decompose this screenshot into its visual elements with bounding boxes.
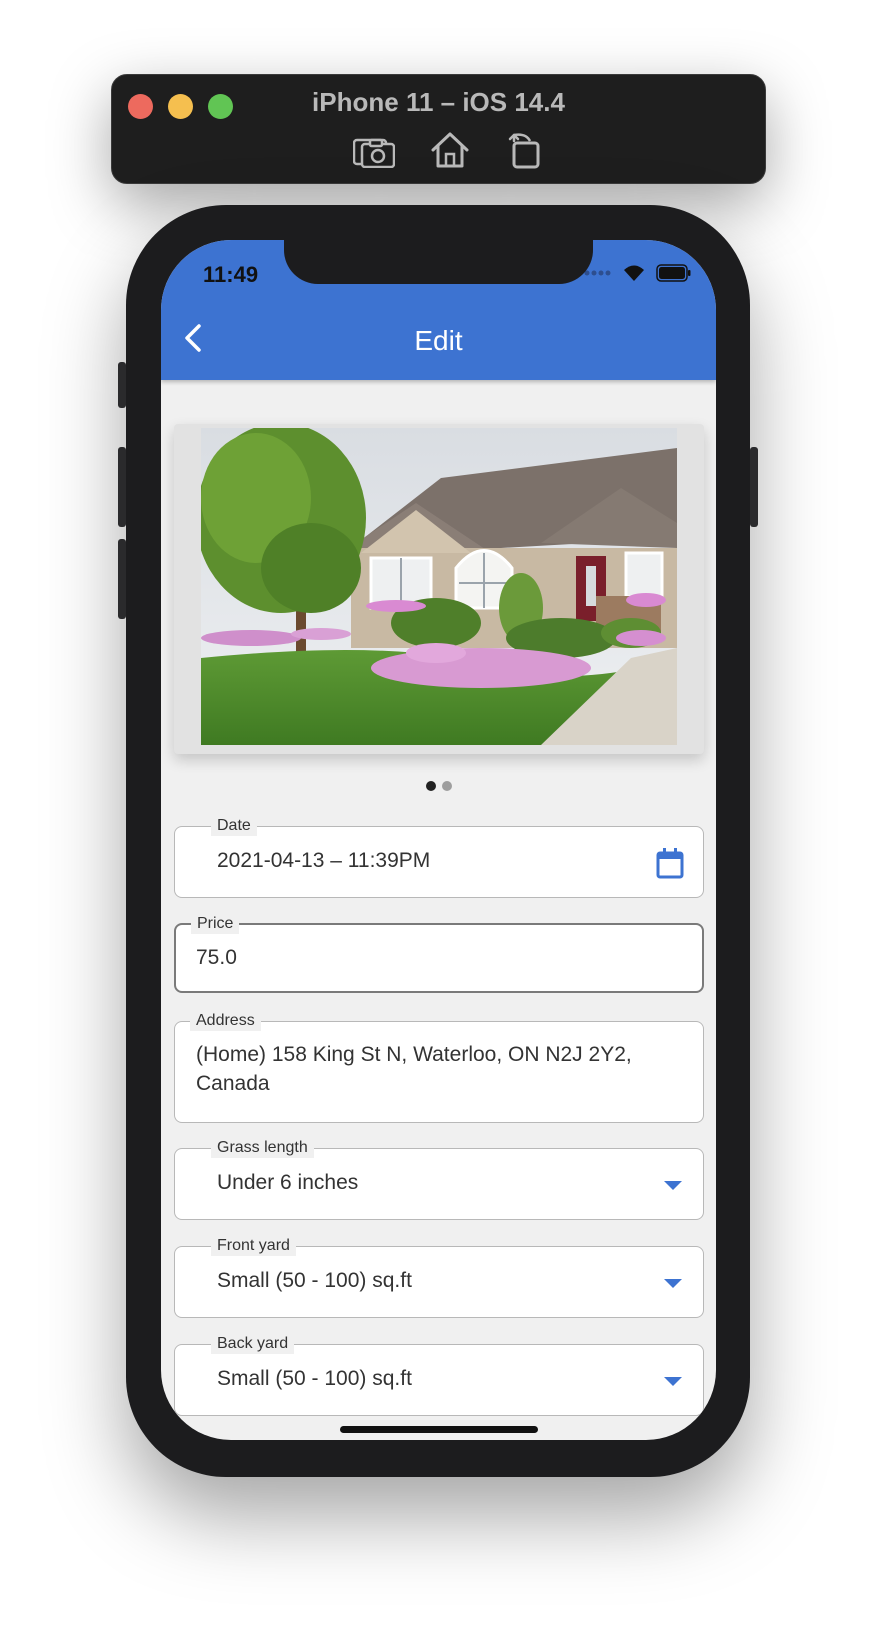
dropdown-arrow-icon: [664, 1377, 682, 1386]
front-yard-dropdown[interactable]: Front yard Small (50 - 100) sq.ft: [174, 1236, 704, 1318]
date-field[interactable]: Date 2021-04-13 – 11:39PM: [174, 816, 704, 898]
price-input[interactable]: 75.0: [196, 943, 237, 973]
back-yard-dropdown-button[interactable]: [661, 1373, 685, 1394]
home-indicator[interactable]: [340, 1426, 538, 1433]
canvas: iPhone 11 – iOS 14.4 11:49 Edit Date 202…: [0, 0, 876, 1626]
rotate-button[interactable]: [504, 130, 548, 170]
calendar-icon: [656, 848, 684, 879]
carousel-dot-1[interactable]: [425, 781, 436, 791]
grass-length-value: Under 6 inches: [217, 1171, 359, 1194]
device-screen: 11:49 Edit Date 2021-04-13 – 11:39PM Pri…: [161, 240, 716, 1440]
front-yard-value: Small (50 - 100) sq.ft: [217, 1269, 412, 1292]
grass-length-dropdown[interactable]: Grass length Under 6 inches: [174, 1138, 704, 1220]
price-field-label: Price: [191, 914, 240, 934]
address-field-label: Address: [190, 1011, 261, 1031]
address-field[interactable]: Address (Home) 158 King St N, Waterloo, …: [174, 1011, 704, 1123]
rotate-icon: [508, 133, 540, 169]
back-yard-label: Back yard: [211, 1334, 295, 1354]
house-photo: [201, 428, 677, 745]
address-line-1: (Home) 158 King St N, Waterloo, ON N2J 2…: [196, 1043, 632, 1066]
home-icon: [431, 132, 469, 168]
simulator-title: iPhone 11 – iOS 14.4: [312, 87, 565, 117]
screenshot-icon: [353, 138, 395, 168]
grass-length-dropdown-button[interactable]: [661, 1177, 685, 1198]
wifi-icon: [624, 265, 644, 281]
carousel-dot-2[interactable]: [441, 781, 452, 791]
status-icons: [584, 264, 692, 282]
date-picker-button[interactable]: [655, 847, 685, 884]
screenshot-button[interactable]: [352, 130, 396, 170]
dropdown-arrow-icon: [664, 1181, 682, 1190]
dropdown-arrow-icon: [664, 1279, 682, 1288]
front-yard-label: Front yard: [211, 1236, 296, 1256]
device-notch: [284, 240, 593, 284]
signal-dots-icon: [584, 270, 611, 276]
back-yard-value: Small (50 - 100) sq.ft: [217, 1367, 412, 1390]
date-field-value: 2021-04-13 – 11:39PM: [217, 849, 431, 872]
grass-length-label: Grass length: [211, 1138, 314, 1158]
mute-switch: [118, 362, 126, 408]
battery-icon: [656, 264, 691, 282]
simulator-toolbar: iPhone 11 – iOS 14.4: [111, 74, 766, 184]
page-title: Edit: [414, 325, 463, 356]
back-yard-dropdown[interactable]: Back yard Small (50 - 100) sq.ft: [174, 1334, 704, 1416]
power-button: [750, 447, 758, 527]
front-yard-dropdown-button[interactable]: [661, 1275, 685, 1296]
carousel-pagination[interactable]: [161, 781, 716, 791]
address-line-2: Canada: [196, 1072, 270, 1095]
volume-up-button: [118, 447, 126, 527]
home-button[interactable]: [428, 130, 472, 170]
status-time: 11:49: [203, 262, 259, 287]
price-field[interactable]: Price 75.0: [174, 914, 704, 993]
date-field-label: Date: [211, 816, 257, 836]
volume-down-button: [118, 539, 126, 619]
app-bar: 11:49 Edit: [161, 240, 716, 380]
simulator-tools: [352, 130, 548, 170]
